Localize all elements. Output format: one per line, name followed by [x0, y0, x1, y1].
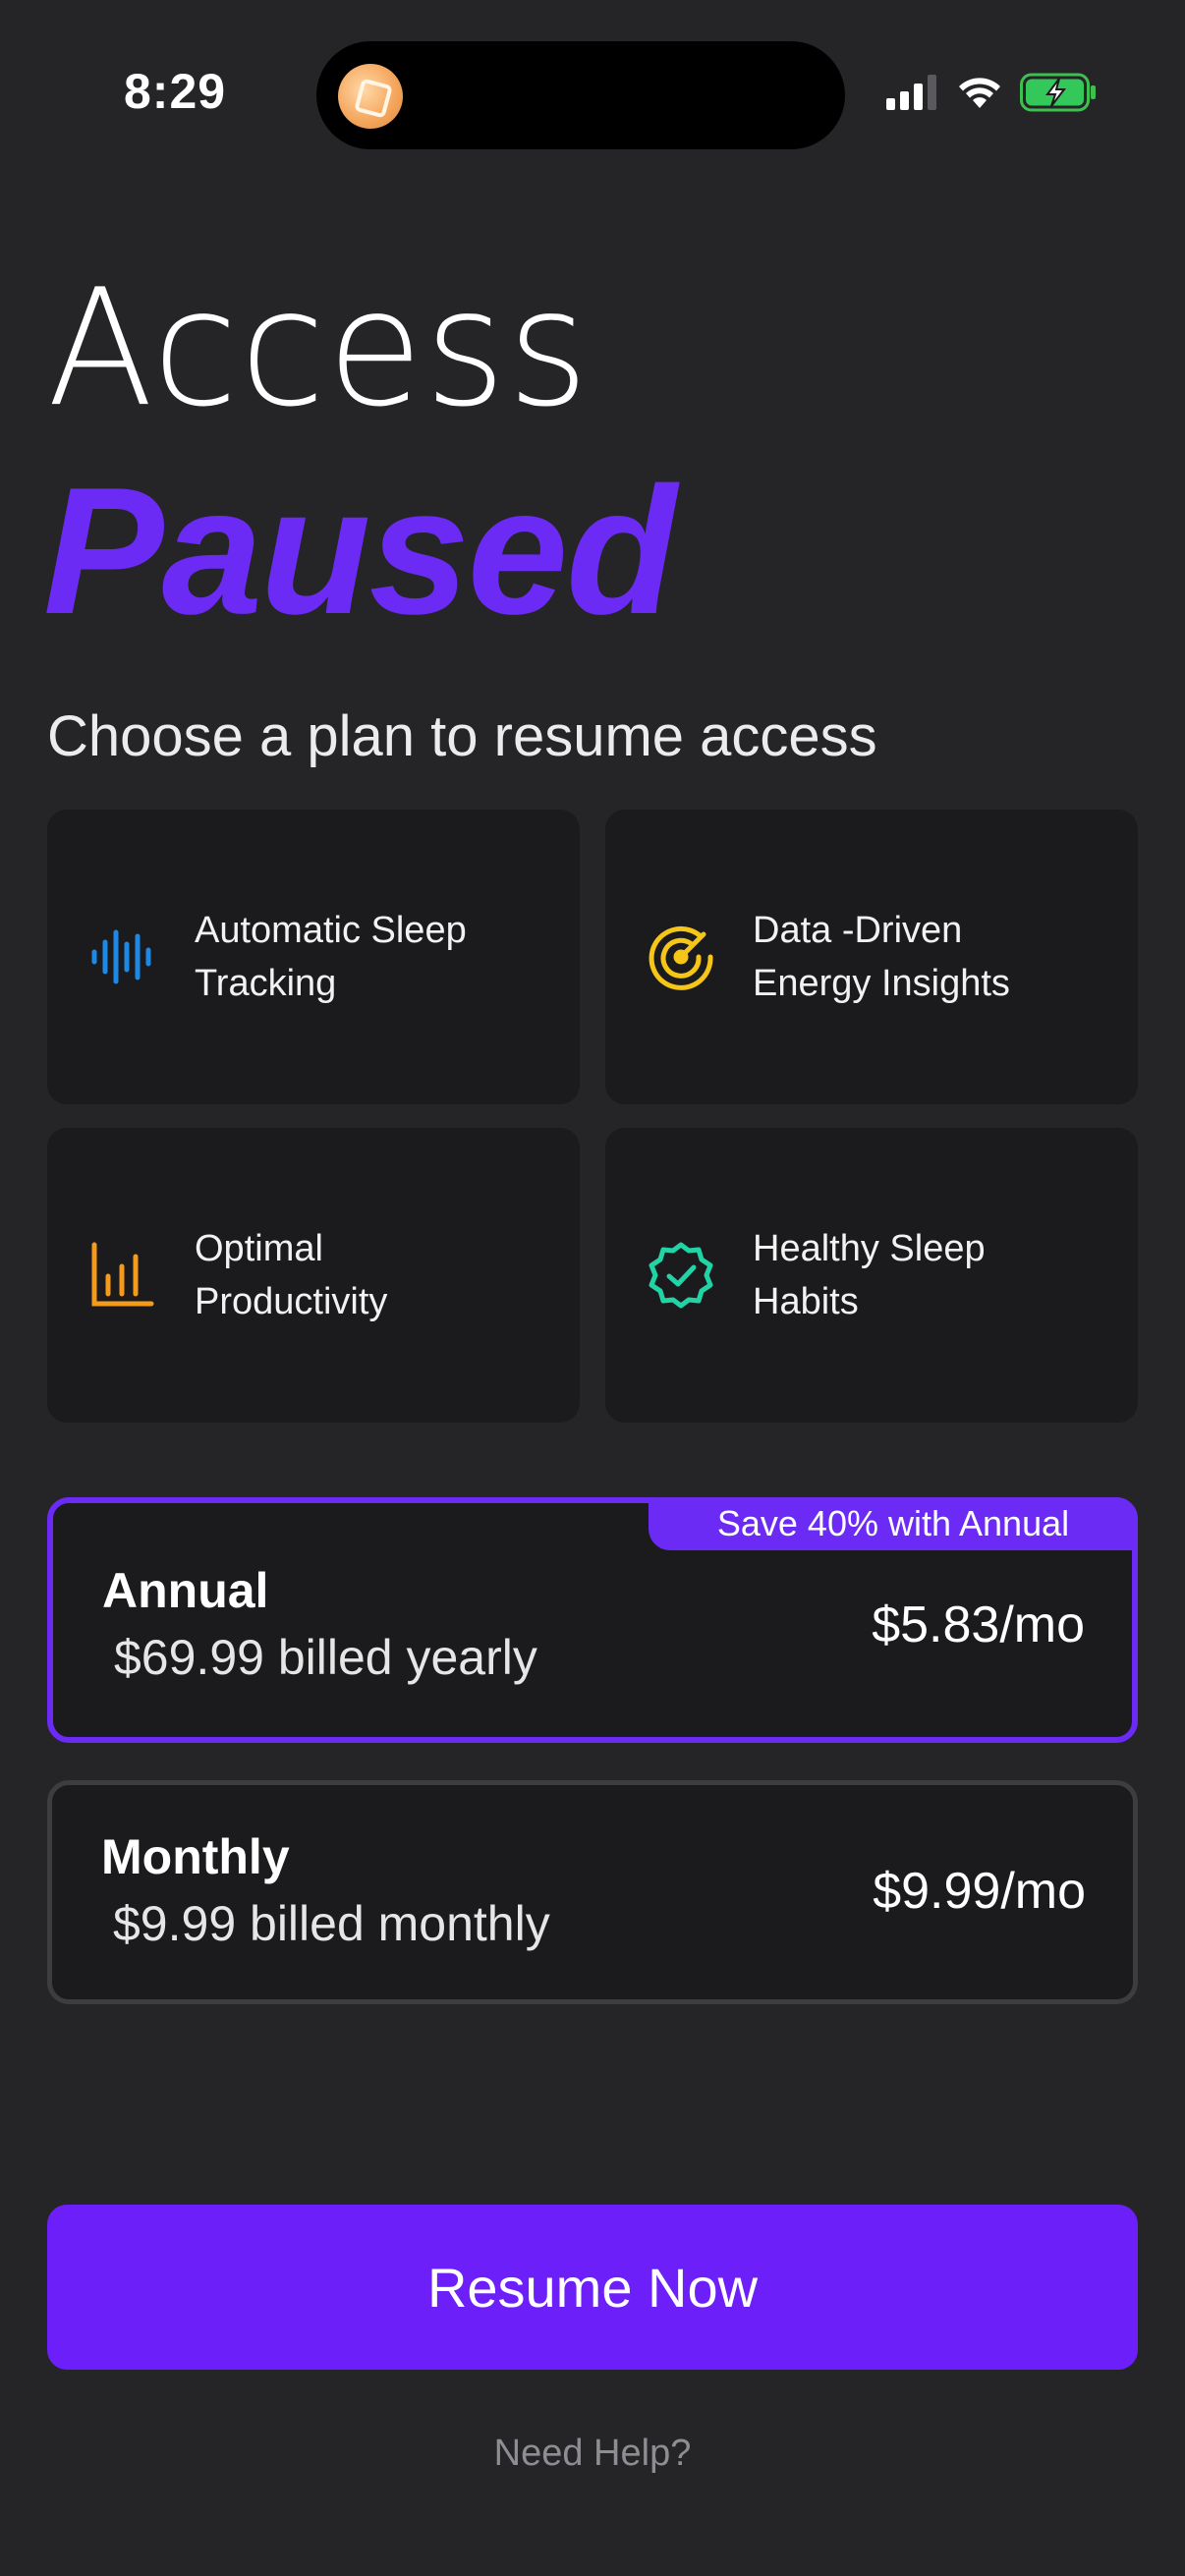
status-icons: [886, 73, 1097, 116]
feature-label: Automatic Sleep Tracking: [195, 910, 467, 1004]
status-bar: 8:29: [0, 0, 1185, 177]
page-title-line2: Paused: [43, 449, 677, 651]
plan-name: Monthly: [101, 1829, 290, 1884]
cellular-signal-icon: [886, 74, 939, 115]
plan-price: $9.99/mo: [873, 1863, 1086, 1920]
sound-wave-icon: [88, 923, 157, 991]
plan-name: Annual: [102, 1563, 269, 1618]
status-time: 8:29: [124, 64, 227, 119]
need-help-link[interactable]: Need Help?: [0, 2433, 1185, 2475]
bar-chart-icon: [88, 1241, 157, 1310]
plan-billing: $9.99 billed monthly: [113, 1896, 550, 1951]
live-activity-app-icon[interactable]: [338, 64, 403, 129]
feature-label: Data -Driven Energy Insights: [753, 910, 1010, 1004]
plan-option-monthly[interactable]: Monthly $9.99 billed monthly $9.99/mo: [47, 1780, 1138, 2004]
feature-card-energy-insights: Data -Driven Energy Insights: [605, 810, 1138, 1104]
feature-card-productivity: Optimal Productivity: [47, 1128, 580, 1423]
features-grid: Automatic Sleep Tracking Data -Driven En…: [47, 810, 1138, 1423]
radar-icon: [647, 923, 715, 991]
feature-label: Optimal Productivity: [195, 1228, 388, 1322]
verified-badge-icon: [647, 1241, 715, 1310]
plan-billing: $69.99 billed yearly: [114, 1630, 537, 1685]
resume-now-button[interactable]: Resume Now: [47, 2205, 1138, 2370]
dynamic-island: [316, 41, 845, 149]
page-title-line1: Access: [47, 254, 591, 443]
battery-charging-icon: [1020, 73, 1097, 117]
page-subtitle: Choose a plan to resume access: [47, 704, 877, 768]
feature-card-sleep-habits: Healthy Sleep Habits: [605, 1128, 1138, 1423]
feature-label: Healthy Sleep Habits: [753, 1228, 986, 1322]
plan-option-annual[interactable]: Save 40% with Annual Annual $69.99 bille…: [47, 1497, 1138, 1743]
wifi-icon: [957, 75, 1002, 115]
plan-price: $5.83/mo: [872, 1596, 1085, 1653]
save-badge: Save 40% with Annual: [649, 1497, 1138, 1550]
feature-card-sleep-tracking: Automatic Sleep Tracking: [47, 810, 580, 1104]
